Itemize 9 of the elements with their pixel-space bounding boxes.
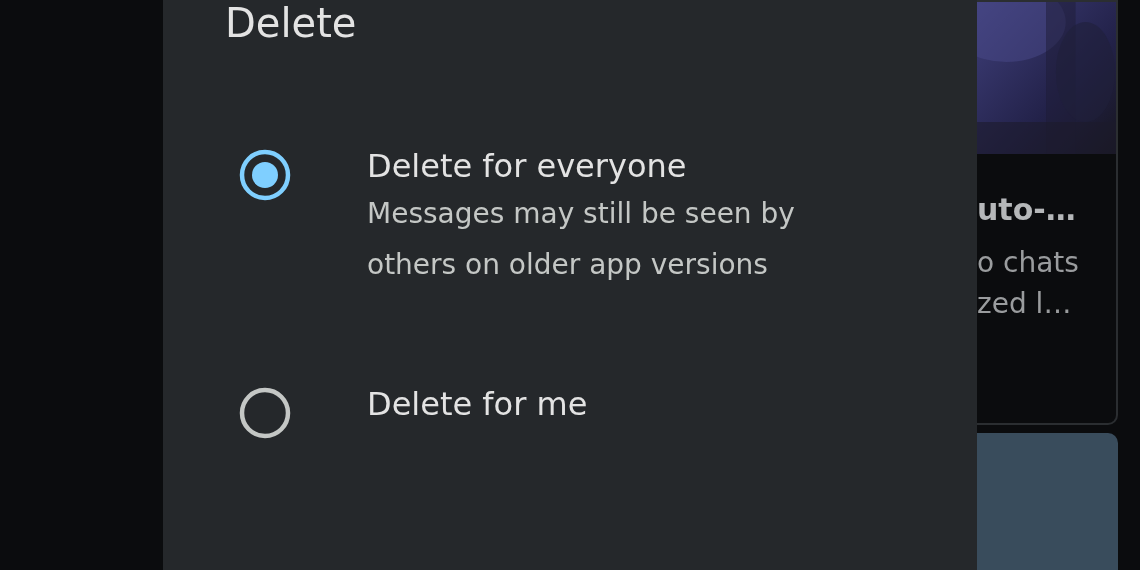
card-title: uto-… xyxy=(977,192,1077,228)
card-text: zed l… xyxy=(977,286,1073,322)
option-label[interactable]: Delete for everyone xyxy=(367,144,887,188)
option-label[interactable]: Delete for me xyxy=(367,382,588,426)
option-description: Messages may still be seen by others on older app versions xyxy=(367,196,796,283)
card-text: o chats xyxy=(977,245,1080,281)
radio-button[interactable] xyxy=(239,387,291,439)
dialog-title: Delete xyxy=(225,0,357,46)
radio-button[interactable] xyxy=(239,149,291,201)
